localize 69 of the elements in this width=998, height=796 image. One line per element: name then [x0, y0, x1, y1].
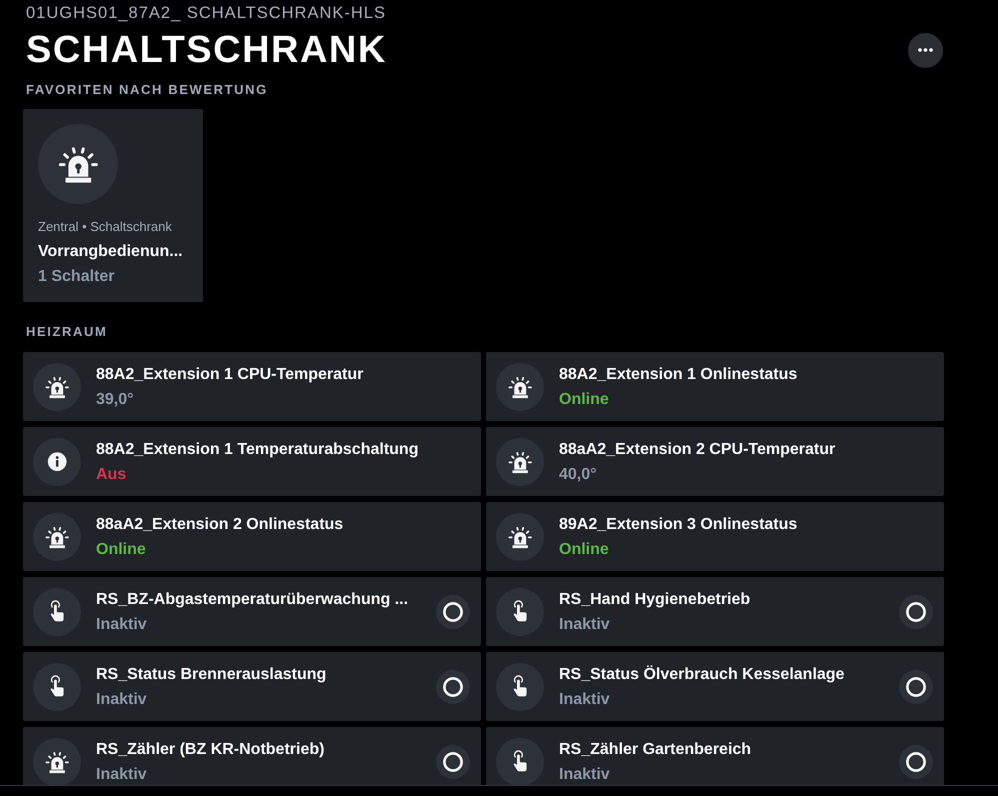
toggle-button[interactable]	[436, 594, 470, 628]
section-heading: FAVORITEN NACH BEWERTUNG	[25, 82, 268, 98]
siren-icon	[33, 512, 81, 560]
ring-icon	[906, 676, 926, 696]
location-label: Zentral • Schaltschrank	[38, 219, 172, 235]
tile-value: Online	[559, 540, 609, 560]
tile-title: 88aA2_Extension 2 CPU-Temperatur	[559, 440, 836, 460]
tile-value: Inaktiv	[559, 690, 610, 710]
hand-pointer-icon	[33, 662, 81, 710]
hand-pointer-icon	[33, 588, 81, 636]
tile-value: Aus	[96, 465, 126, 485]
tile-value: Inaktiv	[96, 615, 147, 635]
device-tile[interactable]: RS_Status Ölverbrauch Kesselanlage Inaktiv	[486, 652, 944, 721]
device-tile[interactable]: 88aA2_Extension 2 CPU-Temperatur 40,0°	[486, 427, 944, 496]
device-summary: 1 Schalter	[38, 267, 114, 287]
tile-title: 88A2_Extension 1 CPU-Temperatur	[96, 365, 364, 385]
tile-value: 39,0°	[96, 390, 134, 410]
tile-title: RS_Zähler Gartenbereich	[559, 740, 752, 760]
tile-title: RS_Status Brennerauslastung	[96, 665, 326, 685]
device-tile[interactable]: 89A2_Extension 3 Onlinestatus Online	[486, 502, 944, 571]
siren-icon	[33, 362, 81, 410]
siren-icon	[496, 438, 544, 486]
siren-icon	[496, 512, 544, 560]
device-tile[interactable]: RS_Zähler Gartenbereich Inaktiv	[486, 727, 944, 785]
section-heading: HEIZRAUM	[25, 324, 108, 340]
device-tile[interactable]: 88A2_Extension 1 CPU-Temperatur 39,0°	[23, 352, 481, 421]
tile-value: Online	[559, 390, 609, 410]
tile-value: Inaktiv	[96, 765, 147, 785]
page-title: SCHALTSCHRANK	[25, 28, 387, 72]
tile-title: RS_Zähler (BZ KR-Notbetrieb)	[96, 740, 324, 760]
ring-icon	[906, 602, 926, 622]
toggle-button[interactable]	[899, 744, 933, 778]
tile-value: Inaktiv	[559, 765, 610, 785]
hand-pointer-icon	[496, 588, 544, 636]
device-tile[interactable]: RS_Hand Hygienebetrieb Inaktiv	[486, 577, 944, 646]
toggle-button[interactable]	[899, 670, 933, 704]
tile-title: 88aA2_Extension 2 Onlinestatus	[96, 515, 344, 535]
toggle-button[interactable]	[436, 670, 470, 704]
ring-icon	[906, 752, 926, 772]
hand-pointer-icon	[496, 662, 544, 710]
favorite-card[interactable]: Zentral • Schaltschrank Vorrangbedienun... 1 Schalter	[23, 109, 203, 302]
tile-value: Online	[96, 540, 146, 560]
tile-title: RS_Hand Hygienebetrieb	[559, 590, 750, 610]
tile-value: Inaktiv	[96, 690, 147, 710]
device-tile[interactable]: RS_Status Brennerauslastung Inaktiv	[23, 652, 481, 721]
more-button[interactable]	[908, 32, 943, 68]
siren-icon	[496, 362, 544, 410]
ellipsis-icon	[918, 48, 933, 52]
device-name: Vorrangbedienun...	[38, 242, 183, 262]
tile-value: Inaktiv	[559, 615, 610, 635]
ring-icon	[443, 602, 463, 622]
tile-title: 88A2_Extension 1 Onlinestatus	[559, 365, 798, 385]
tile-title: 88A2_Extension 1 Temperaturabschaltung	[96, 440, 418, 460]
device-tile[interactable]: RS_Zähler (BZ KR-Notbetrieb) Inaktiv	[23, 727, 481, 785]
toggle-button[interactable]	[899, 594, 933, 628]
device-tile[interactable]: 88A2_Extension 1 Onlinestatus Online	[486, 352, 944, 421]
device-tile[interactable]: 88aA2_Extension 2 Onlinestatus Online	[23, 502, 481, 571]
info-icon	[33, 438, 81, 486]
ring-icon	[443, 676, 463, 696]
ring-icon	[443, 752, 463, 772]
tile-title: 89A2_Extension 3 Onlinestatus	[559, 515, 798, 535]
device-tile[interactable]: RS_BZ-Abgastemperaturüberwachung ... Inaktiv	[23, 577, 481, 646]
tile-value: 40,0°	[559, 465, 597, 485]
breadcrumb: 01UGHS01_87A2_ SCHALTSCHRANK-HLS	[25, 3, 386, 24]
toggle-button[interactable]	[436, 744, 470, 778]
siren-icon	[38, 124, 118, 204]
tile-title: RS_Status Ölverbrauch Kesselanlage	[559, 665, 844, 685]
device-tile[interactable]: 88A2_Extension 1 Temperaturabschaltung Aus	[23, 427, 481, 496]
tile-title: RS_BZ-Abgastemperaturüberwachung ...	[96, 590, 408, 610]
